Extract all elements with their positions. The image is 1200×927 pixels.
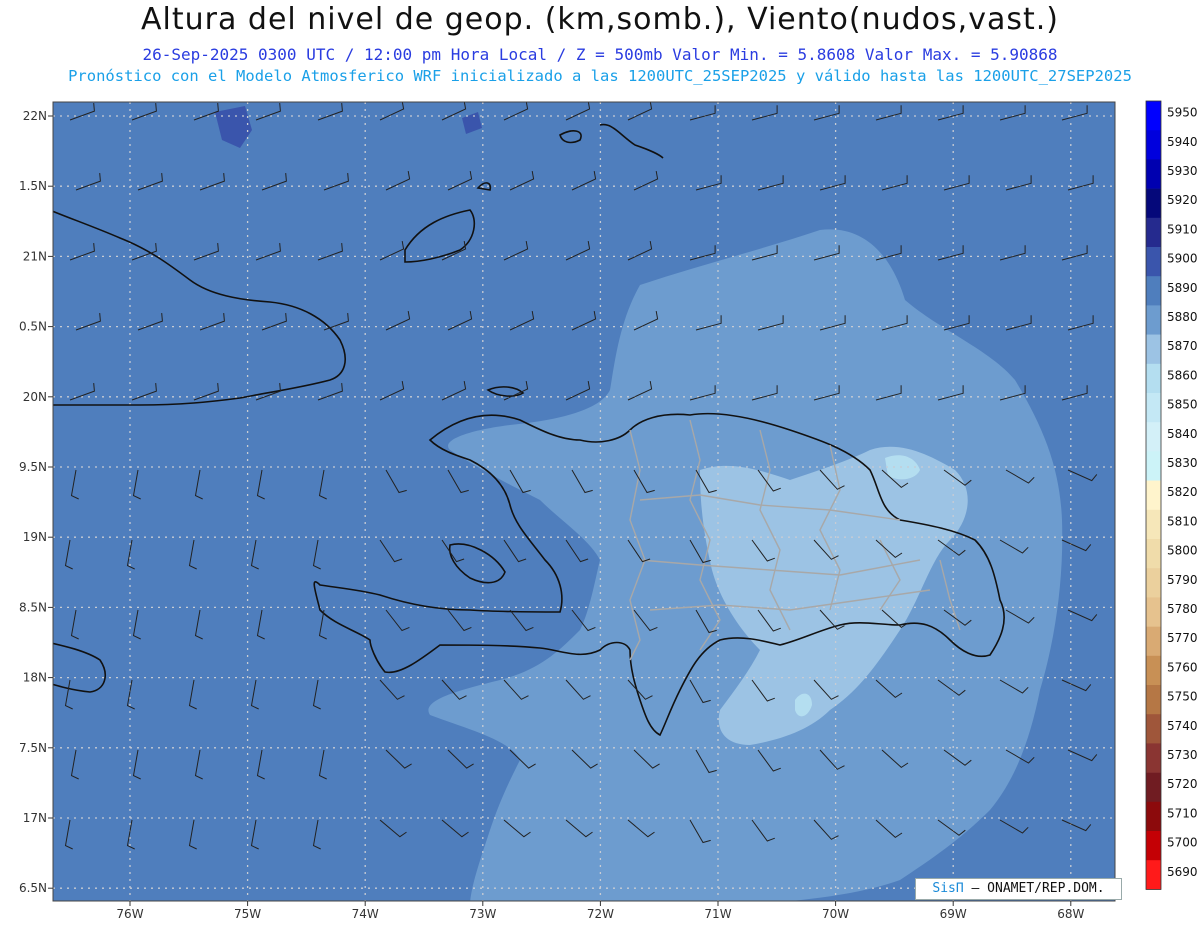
colorbar-label: 5890 xyxy=(1167,281,1198,295)
colorbar-label: 5950 xyxy=(1167,106,1198,120)
colorbar-label: 5930 xyxy=(1167,164,1198,178)
credit-badge: SisΠ – ONAMET/REP.DOM. xyxy=(915,878,1122,900)
colorbar-swatch xyxy=(1146,655,1161,686)
colorbar-label: 5910 xyxy=(1167,222,1198,236)
colorbar-swatch xyxy=(1146,276,1161,306)
colorbar-label: 5920 xyxy=(1167,193,1198,207)
longitude-label: 72W xyxy=(587,907,614,921)
colorbar-swatch xyxy=(1146,685,1161,715)
colorbar-swatch xyxy=(1146,130,1161,160)
colorbar-label: 5800 xyxy=(1167,544,1198,558)
colorbar-swatch xyxy=(1146,801,1161,832)
colorbar-label: 5830 xyxy=(1167,456,1198,470)
latitude-label: 20N xyxy=(23,390,47,404)
colorbar-swatch xyxy=(1146,772,1161,803)
colorbar-label: 5730 xyxy=(1167,748,1198,762)
longitude-label: 74W xyxy=(352,907,379,921)
longitude-label: 76W xyxy=(116,907,143,921)
latitude-axis: 22N 1.5N 21N 0.5N 20N 9.5N 19N 8.5N 18N 7.5N 17N 6.… xyxy=(19,109,53,895)
latitude-label: 9.5N xyxy=(19,460,47,474)
colorbar-swatch xyxy=(1146,305,1161,335)
colorbar-swatch xyxy=(1146,188,1161,219)
colorbar-label: 5700 xyxy=(1167,836,1198,850)
colorbar-label: 5750 xyxy=(1167,690,1198,704)
latitude-label: 17N xyxy=(23,811,47,825)
colorbar-swatch xyxy=(1146,334,1161,365)
longitude-label: 70W xyxy=(822,907,849,921)
colorbar-label: 5940 xyxy=(1167,135,1198,149)
colorbar-label: 5710 xyxy=(1167,806,1198,820)
longitude-label: 75W xyxy=(234,907,261,921)
colorbar-label: 5870 xyxy=(1167,339,1198,353)
colorbar-label: 5860 xyxy=(1167,368,1198,382)
colorbar-swatch xyxy=(1146,101,1161,131)
colorbar-label: 5840 xyxy=(1167,427,1198,441)
latitude-label: 0.5N xyxy=(19,320,47,334)
sispi-brand: SisΠ xyxy=(932,881,964,896)
colorbar-label: 5780 xyxy=(1167,602,1198,616)
latitude-label: 19N xyxy=(23,530,47,544)
colorbar-swatch xyxy=(1146,743,1161,773)
colorbar-label: 5720 xyxy=(1167,777,1198,791)
latitude-label: 8.5N xyxy=(19,600,47,614)
longitude-axis: 76W 75W 74W 73W 72W 71W 70W 69W 68W xyxy=(116,901,1084,921)
longitude-label: 68W xyxy=(1057,907,1084,921)
credit-text: – ONAMET/REP.DOM. xyxy=(971,881,1105,896)
colorbar-swatch xyxy=(1146,597,1161,627)
longitude-label: 71W xyxy=(704,907,731,921)
colorbar-label: 5810 xyxy=(1167,514,1198,528)
latitude-label: 21N xyxy=(23,249,47,263)
colorbar-label: 5790 xyxy=(1167,573,1198,587)
colorbar-label: 5900 xyxy=(1167,252,1198,266)
colorbar-swatch xyxy=(1146,451,1161,481)
colorbar-swatch xyxy=(1146,831,1161,861)
colorbar-swatch xyxy=(1146,363,1161,394)
colorbar-label: 5770 xyxy=(1167,631,1198,645)
colorbar-label: 5880 xyxy=(1167,310,1198,324)
colorbar-swatch xyxy=(1146,860,1161,890)
colorbar-swatch xyxy=(1146,714,1161,744)
colorbar-label: 5850 xyxy=(1167,398,1198,412)
latitude-label: 18N xyxy=(23,671,47,685)
colorbar-label: 5740 xyxy=(1167,719,1198,733)
latitude-label: 6.5N xyxy=(19,881,47,895)
map-canvas: 22N 1.5N 21N 0.5N 20N 9.5N 19N 8.5N 18N 7.5N 17N 6.… xyxy=(19,100,1198,921)
colorbar-swatch xyxy=(1146,217,1161,248)
colorbar-swatch xyxy=(1146,393,1161,423)
latitude-label: 22N xyxy=(23,109,47,123)
colorbar-swatch xyxy=(1146,480,1161,511)
latitude-label: 1.5N xyxy=(19,179,47,193)
colorbar-label: 5760 xyxy=(1167,660,1198,674)
longitude-label: 73W xyxy=(469,907,496,921)
latitude-label: 7.5N xyxy=(19,741,47,755)
colorbar-swatch xyxy=(1146,626,1161,657)
colorbar-label: 5820 xyxy=(1167,485,1198,499)
colorbar-swatch xyxy=(1146,539,1161,569)
colorbar-swatch xyxy=(1146,568,1161,598)
colorbar-swatch xyxy=(1146,159,1161,189)
colorbar-swatch xyxy=(1146,247,1161,277)
colorbar: 5950 5940 5930 5920 5910 5900 5890 5880 5870 5860… xyxy=(1145,100,1198,890)
colorbar-swatch xyxy=(1146,509,1161,540)
colorbar-label: 5690 xyxy=(1167,865,1198,879)
colorbar-swatch xyxy=(1146,422,1161,452)
longitude-label: 69W xyxy=(940,907,967,921)
map-plot-area xyxy=(53,102,1115,901)
